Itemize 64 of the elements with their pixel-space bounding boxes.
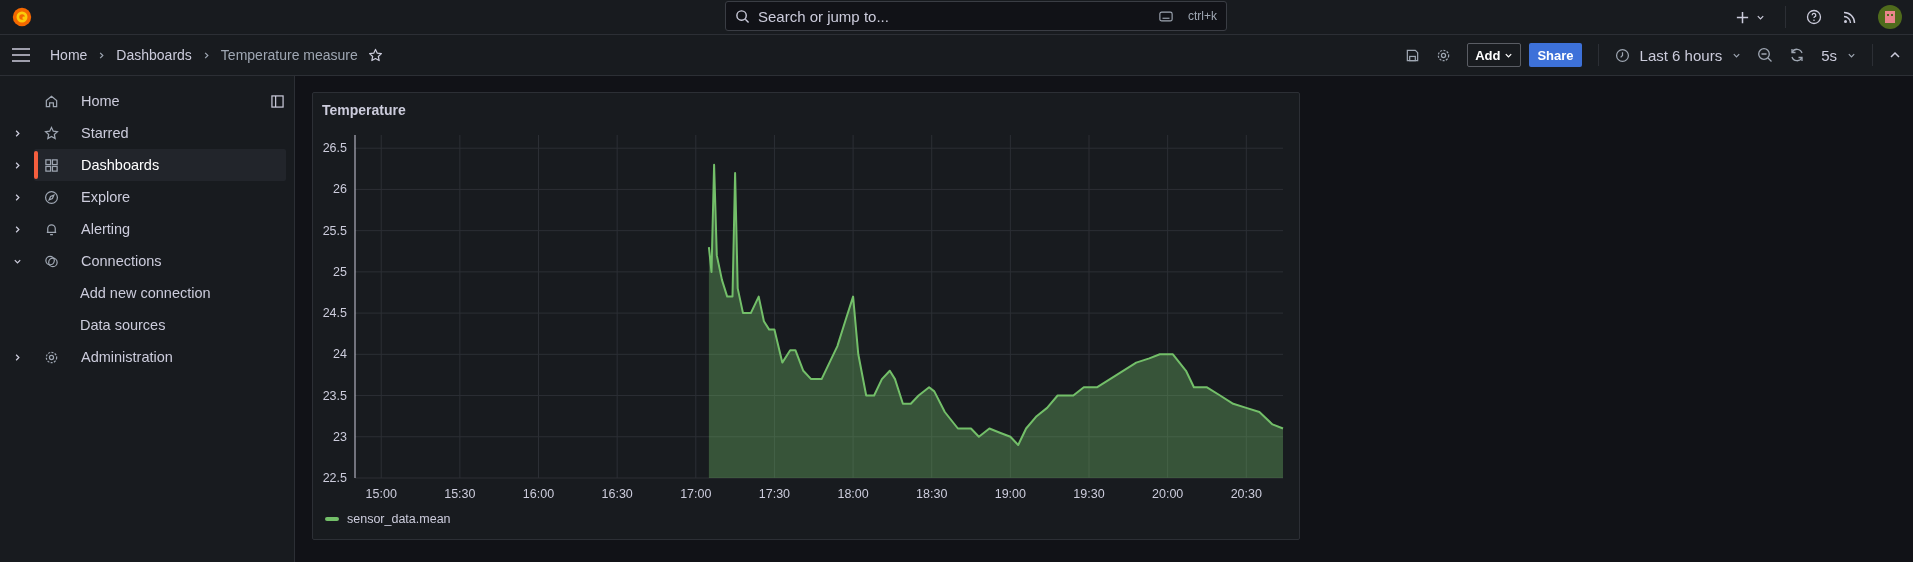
axis-label: 25.5 [322, 223, 347, 238]
settings-icon[interactable] [1436, 47, 1452, 63]
sidebar-item[interactable]: Alerting [0, 213, 286, 245]
axis-label: 17:30 [758, 487, 791, 501]
avatar-icon[interactable] [1878, 5, 1902, 29]
new-menu-button[interactable] [1735, 9, 1765, 25]
axis-label: 24.5 [322, 306, 347, 321]
sidebar-subitem[interactable]: Add new connection [0, 277, 286, 309]
axis-label: 24 [333, 347, 347, 362]
panel-title: Temperature [321, 101, 407, 120]
gear-icon [44, 349, 59, 365]
rss-icon[interactable] [1842, 9, 1858, 25]
keyboard-icon [1159, 11, 1173, 22]
axis-label: 17:00 [680, 487, 712, 501]
axis-label: 19:00 [994, 487, 1026, 501]
axis-label: 23 [333, 429, 347, 444]
breadcrumb-link[interactable]: Temperature measure [220, 47, 358, 63]
axis-label: 18:30 [916, 487, 948, 501]
shortcut-hint: ctrl+k [1188, 9, 1217, 23]
compass-icon [44, 189, 59, 205]
star-icon[interactable] [367, 47, 383, 63]
add-button[interactable]: Add [1467, 43, 1522, 67]
sidebar-item[interactable]: Starred [0, 117, 286, 149]
breadcrumb-link[interactable]: Home [50, 47, 88, 63]
axis-label: 18:00 [837, 487, 869, 501]
sidebar-item[interactable]: Connections [0, 245, 286, 277]
axis-label: 23.5 [322, 388, 347, 403]
breadcrumb-link[interactable]: Dashboards [116, 47, 192, 63]
home-icon [44, 93, 59, 109]
sidebar-item[interactable]: Home [0, 85, 286, 117]
bell-icon [44, 221, 59, 237]
axis-label: 15:00 [365, 487, 397, 501]
menu-icon[interactable] [12, 48, 30, 62]
axis-label: 20:00 [1152, 487, 1184, 501]
axis-label: 16:00 [522, 487, 555, 501]
zoom-out-icon[interactable] [1757, 47, 1774, 63]
link-icon [44, 253, 59, 269]
chevron-right-icon [97, 50, 107, 60]
time-range-picker[interactable]: Last 6 hours [1614, 46, 1742, 64]
collapse-icon[interactable] [1889, 50, 1901, 60]
plus-icon [1735, 9, 1750, 25]
axis-label: 26 [333, 182, 347, 197]
axis-label: 16:30 [601, 487, 633, 501]
axis-label: 15:30 [444, 487, 476, 501]
sidebar-item[interactable]: Administration [0, 341, 286, 373]
refresh-icon[interactable] [1789, 47, 1806, 63]
search-icon [735, 9, 750, 24]
refresh-interval-picker[interactable]: 5s [1821, 46, 1856, 64]
clock-icon [1614, 47, 1630, 63]
axis-label: 20:30 [1230, 487, 1262, 501]
axis-label: 22.5 [322, 471, 347, 485]
share-button[interactable]: Share [1529, 43, 1582, 67]
legend-item[interactable]: sensor_data.mean [325, 512, 451, 526]
star-icon [44, 125, 59, 141]
axis-label: 19:30 [1073, 487, 1105, 501]
grafana-logo-icon[interactable] [11, 6, 33, 28]
save-icon[interactable] [1405, 47, 1421, 63]
sidebar-item[interactable]: Explore [0, 181, 286, 213]
axis-label: 25 [333, 264, 347, 279]
sidebar-subitem[interactable]: Data sources [0, 309, 286, 341]
axis-label: 26.5 [322, 141, 347, 156]
help-icon[interactable] [1806, 9, 1822, 25]
dock-menu-icon[interactable] [271, 94, 284, 108]
grid-icon [44, 157, 59, 173]
